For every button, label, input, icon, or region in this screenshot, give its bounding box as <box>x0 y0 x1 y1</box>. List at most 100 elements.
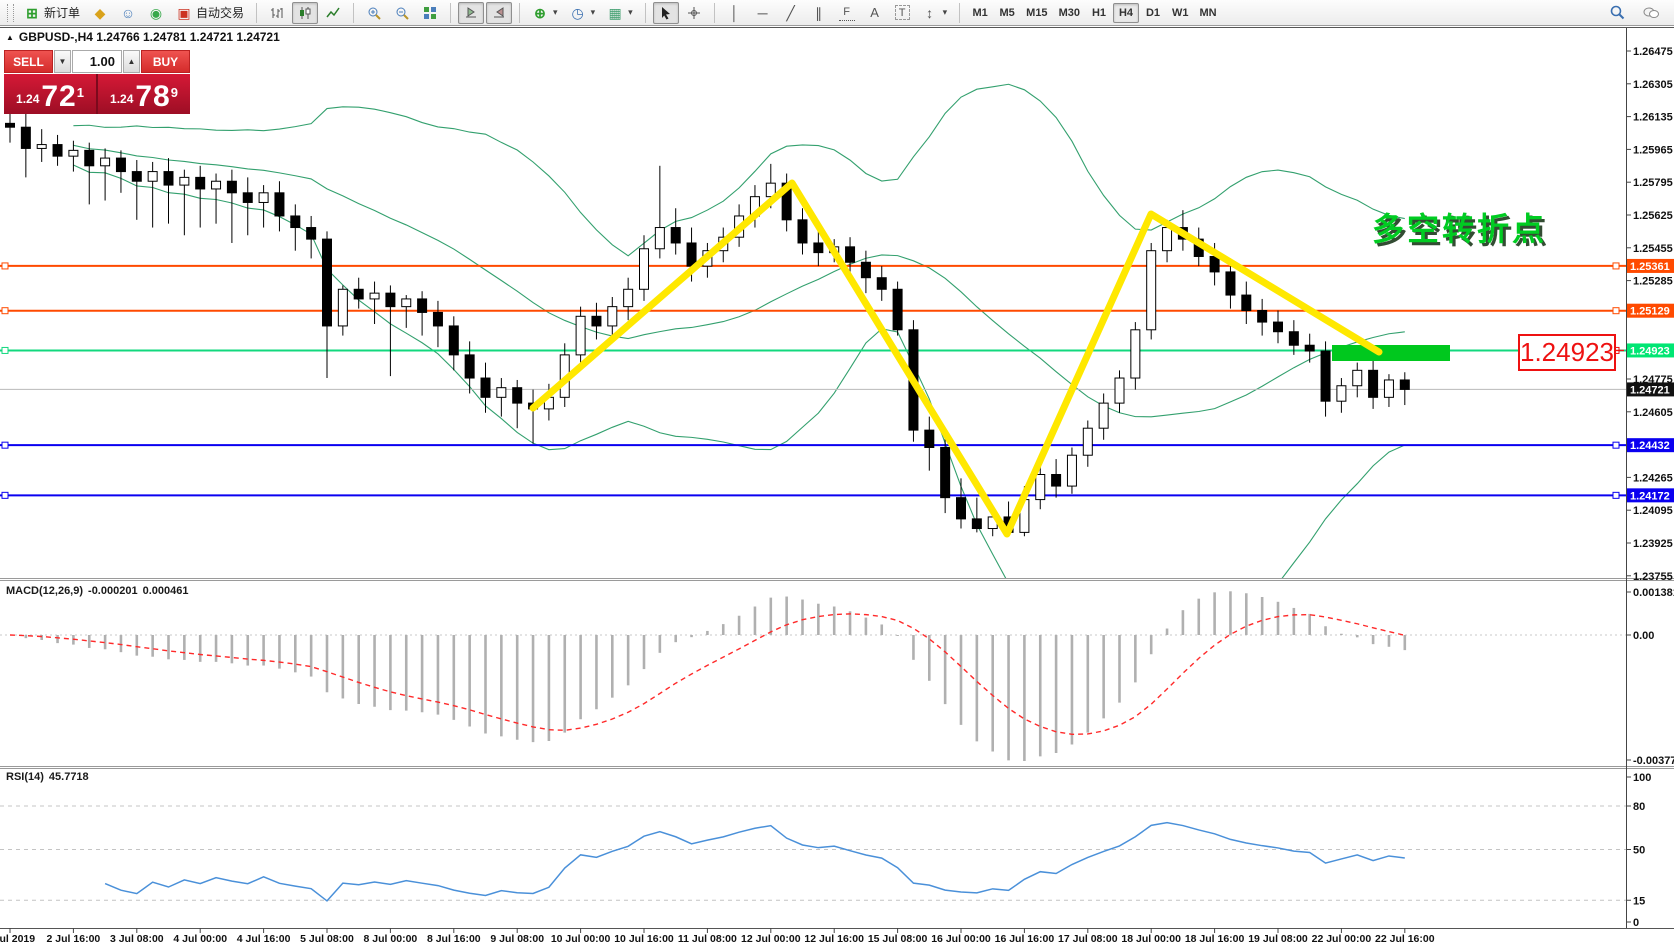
profile-icon: ☺ <box>120 5 136 21</box>
chevron-down-icon: ▾ <box>628 7 633 18</box>
timeframe-m1[interactable]: M1 <box>967 3 993 23</box>
line-anchor-marker[interactable] <box>1613 492 1619 498</box>
horizontal-lines[interactable] <box>0 263 1626 498</box>
svg-text:0.001381: 0.001381 <box>1633 587 1674 599</box>
vertical-line-button[interactable]: │ <box>722 2 748 24</box>
horizontal-line-button[interactable]: ─ <box>750 2 776 24</box>
zoom-in-button[interactable] <box>361 2 387 24</box>
channel-icon: ∥ <box>811 5 827 21</box>
toolbar-separator <box>519 3 520 23</box>
tile-windows-button[interactable] <box>417 2 443 24</box>
svg-text:0.00: 0.00 <box>1633 630 1654 642</box>
templates-button[interactable]: ▦ ▾ <box>602 2 638 24</box>
timeframe-d1[interactable]: D1 <box>1140 3 1166 23</box>
chat-button[interactable] <box>1638 2 1664 24</box>
timeframe-m5[interactable]: M5 <box>994 3 1020 23</box>
signal-button[interactable]: ◉ <box>143 2 169 24</box>
ask-price[interactable]: 1.24 78 9 <box>98 74 190 114</box>
price-flag-label[interactable]: 1.24923 <box>1518 334 1616 371</box>
objects-layer[interactable] <box>1332 345 1450 361</box>
svg-text:16 Jul 00:00: 16 Jul 00:00 <box>931 933 991 945</box>
svg-text:1.24432: 1.24432 <box>1630 440 1670 452</box>
line-anchor-marker[interactable] <box>2 263 8 269</box>
auto-scroll-button[interactable] <box>458 2 484 24</box>
chart-frame <box>0 28 1674 929</box>
zoom-out-button[interactable] <box>389 2 415 24</box>
autotrading-label: 自动交易 <box>196 4 244 21</box>
expand-triangle-icon[interactable]: ▲ <box>6 33 14 42</box>
macd-name: MACD(12,26,9) <box>6 585 83 597</box>
timeframe-w1[interactable]: W1 <box>1167 3 1194 23</box>
periods-button[interactable]: ◷ ▾ <box>565 2 601 24</box>
svg-text:5 Jul 08:00: 5 Jul 08:00 <box>300 933 354 945</box>
chart-canvas: 1.264751.263051.261351.259651.257951.256… <box>0 0 1674 947</box>
volume-down-button[interactable]: ▼ <box>54 50 71 73</box>
trendline-button[interactable]: ╱ <box>778 2 804 24</box>
timeframe-m15[interactable]: M15 <box>1021 3 1052 23</box>
arrows-icon: ↕ <box>922 5 938 21</box>
turning-point-annotation[interactable]: 多空转折点 <box>1372 204 1547 250</box>
channel-button[interactable]: ∥ <box>806 2 832 24</box>
eraser-icon: ◆ <box>92 5 108 21</box>
line-chart-icon <box>325 5 341 21</box>
new-order-button[interactable]: ⊞ 新订单 <box>19 2 85 24</box>
svg-text:2 Jul 2019: 2 Jul 2019 <box>0 933 35 945</box>
svg-text:100: 100 <box>1633 772 1651 784</box>
buy-button[interactable]: BUY <box>141 50 190 73</box>
autotrading-button[interactable]: ▣ 自动交易 <box>171 2 249 24</box>
toolbar-right-icons <box>1604 2 1670 24</box>
cursor-button[interactable] <box>653 2 679 24</box>
toolbar-grip[interactable] <box>7 4 14 22</box>
line-anchor-marker[interactable] <box>2 308 8 314</box>
sell-button[interactable]: SELL <box>4 50 53 73</box>
text-button[interactable]: A <box>862 2 888 24</box>
line-anchor-marker[interactable] <box>2 442 8 448</box>
volume-input[interactable]: 1.00 <box>72 50 122 73</box>
profile-button[interactable]: ☺ <box>115 2 141 24</box>
bid-price[interactable]: 1.24 72 1 <box>4 74 98 114</box>
one-click-row-top: SELL ▼ 1.00 ▲ BUY <box>4 50 190 73</box>
line-anchor-marker[interactable] <box>1613 442 1619 448</box>
search-button[interactable] <box>1604 2 1630 24</box>
svg-text:80: 80 <box>1633 801 1645 813</box>
bar-chart-icon <box>269 5 285 21</box>
fibonacci-button[interactable]: F <box>834 2 860 24</box>
time-axis[interactable]: 2 Jul 20192 Jul 16:003 Jul 08:004 Jul 00… <box>0 928 1435 945</box>
line-anchor-marker[interactable] <box>1613 263 1619 269</box>
line-anchor-marker[interactable] <box>1613 308 1619 314</box>
line-chart-button[interactable] <box>320 2 346 24</box>
indicators-button[interactable]: ⊕ ▾ <box>527 2 563 24</box>
price-axis[interactable]: 1.264751.263051.261351.259651.257951.256… <box>1626 46 1674 583</box>
arrows-button[interactable]: ↕ ▾ <box>917 2 953 24</box>
svg-text:1.26135: 1.26135 <box>1633 112 1673 124</box>
vertical-line-icon: │ <box>727 5 743 21</box>
svg-text:1.24095: 1.24095 <box>1633 505 1673 517</box>
volume-up-button[interactable]: ▲ <box>123 50 140 73</box>
svg-text:1.26475: 1.26475 <box>1633 46 1673 58</box>
svg-text:1.25361: 1.25361 <box>1630 261 1670 273</box>
text-label-button[interactable]: T <box>890 2 915 24</box>
chart-shift-button[interactable] <box>486 2 512 24</box>
svg-text:8 Jul 16:00: 8 Jul 16:00 <box>427 933 481 945</box>
fibonacci-icon: F <box>839 4 855 21</box>
signal-icon: ◉ <box>148 5 164 21</box>
svg-text:1.23925: 1.23925 <box>1633 538 1673 550</box>
candlestick-chart-icon <box>297 5 313 21</box>
svg-text:12 Jul 16:00: 12 Jul 16:00 <box>804 933 864 945</box>
timeframe-m30[interactable]: M30 <box>1054 3 1085 23</box>
eraser-button[interactable]: ◆ <box>87 2 113 24</box>
main-toolbar: ⊞ 新订单 ◆ ☺ ◉ ▣ 自动交易 <box>0 0 1674 26</box>
candlesticks <box>6 102 1410 536</box>
chevron-down-icon: ▾ <box>943 7 948 18</box>
crosshair-button[interactable] <box>681 2 707 24</box>
timeframe-h1[interactable]: H1 <box>1086 3 1112 23</box>
line-anchor-marker[interactable] <box>2 492 8 498</box>
svg-text:1.25455: 1.25455 <box>1633 243 1673 255</box>
toolbar-separator <box>353 3 354 23</box>
candlestick-chart-button[interactable] <box>292 2 318 24</box>
line-anchor-marker[interactable] <box>2 347 8 353</box>
green-highlight-box[interactable] <box>1332 345 1450 361</box>
timeframe-h4[interactable]: H4 <box>1113 3 1139 23</box>
timeframe-mn[interactable]: MN <box>1194 3 1221 23</box>
bar-chart-button[interactable] <box>264 2 290 24</box>
